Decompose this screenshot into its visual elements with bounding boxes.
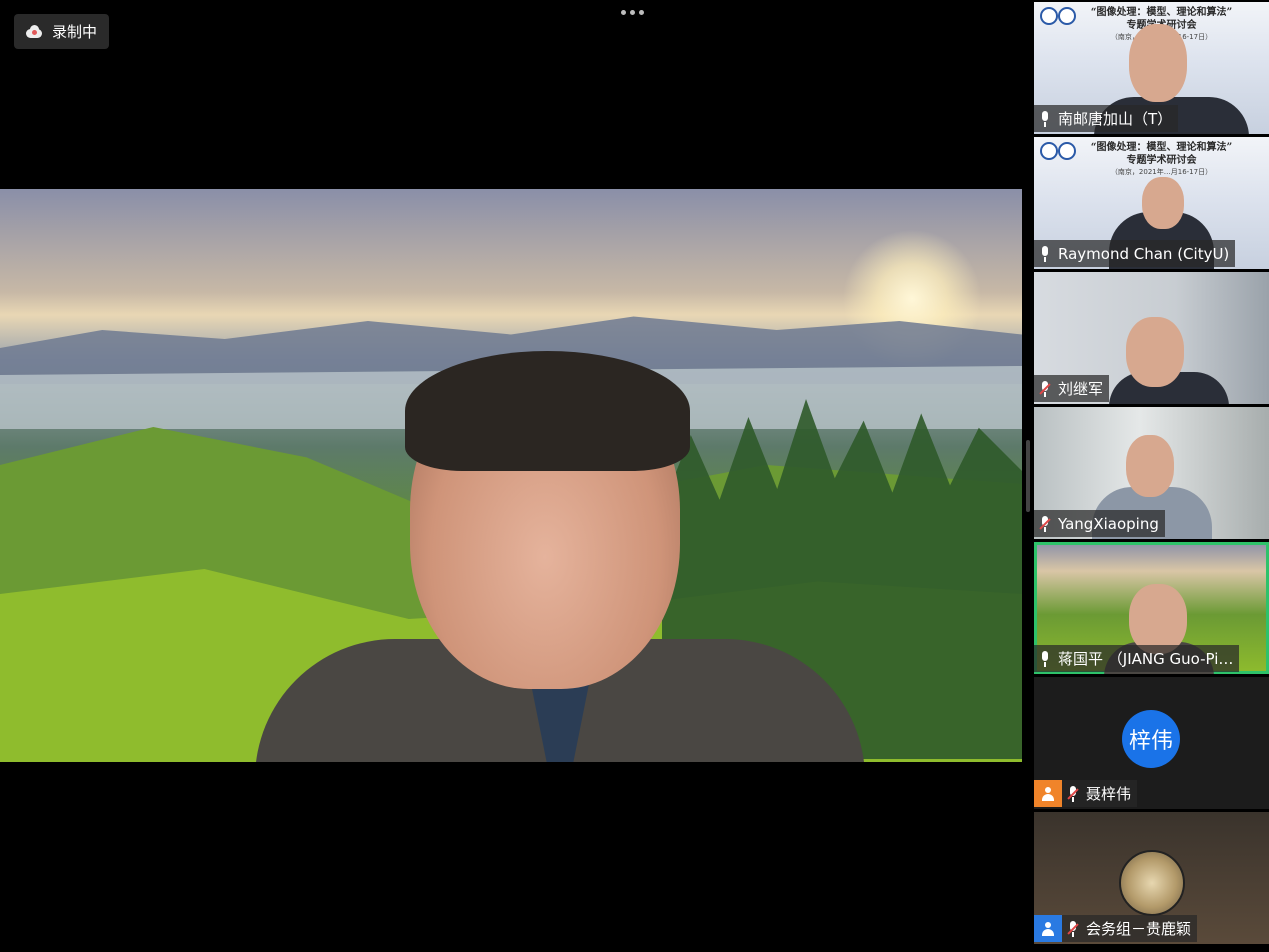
participant-tile[interactable]: 会务组－贵鹿颖 xyxy=(1034,812,1269,944)
participant-label: 刘继军 xyxy=(1034,375,1110,402)
participant-label: YangXiaoping xyxy=(1034,510,1165,537)
participant-tile[interactable]: YangXiaoping xyxy=(1034,407,1269,539)
participant-label: 会务组－贵鹿颖 xyxy=(1034,915,1198,942)
participant-tile-active[interactable]: 蒋国平 （JIANG Guo-Pi… xyxy=(1034,542,1269,674)
user-icon xyxy=(1034,915,1062,942)
participant-label: 聂梓伟 xyxy=(1034,780,1138,807)
avatar xyxy=(1119,850,1185,916)
participant-tile[interactable]: “图像处理：模型、理论和算法”专题学术研讨会 （南京，2021年…月16-17日… xyxy=(1034,2,1269,134)
participant-name: 刘继军 xyxy=(1058,380,1104,398)
scrollbar[interactable] xyxy=(1026,440,1030,512)
microphone-muted-icon[interactable] xyxy=(1039,380,1051,397)
user-icon xyxy=(1034,780,1062,807)
participant-list: “图像处理：模型、理论和算法” 专题学术研讨会 （南京，2021年…月16-17日… xyxy=(1034,0,1269,952)
main-speaker-video[interactable] xyxy=(0,189,1022,762)
participant-name: Raymond Chan (CityU) xyxy=(1058,244,1230,263)
more-options-icon[interactable] xyxy=(621,10,644,15)
microphone-icon[interactable] xyxy=(1040,245,1050,262)
microphone-muted-icon[interactable] xyxy=(1067,920,1079,937)
participant-tile[interactable]: 刘继军 xyxy=(1034,272,1269,404)
participant-tile[interactable]: “图像处理：模型、理论和算法” 专题学术研讨会 （南京，2021年…月16-17日… xyxy=(1034,137,1269,269)
slide-title-line1: “图像处理：模型、理论和算法” xyxy=(1090,142,1233,153)
participant-name: 蒋国平 （JIANG Guo-Pi… xyxy=(1058,650,1234,668)
participant-label: Raymond Chan (CityU) xyxy=(1034,240,1236,267)
participant-name: 聂梓伟 xyxy=(1086,785,1132,803)
participant-tile[interactable]: 梓伟 聂梓伟 xyxy=(1034,677,1269,809)
participant-name: YangXiaoping xyxy=(1058,514,1159,533)
microphone-muted-icon[interactable] xyxy=(1039,515,1051,532)
microphone-icon[interactable] xyxy=(1040,650,1050,667)
participant-label: 蒋国平 （JIANG Guo-Pi… xyxy=(1034,645,1240,672)
participant-label: 南邮唐加山（T） xyxy=(1034,105,1179,132)
recording-label: 录制中 xyxy=(52,23,98,41)
participant-name: 南邮唐加山（T） xyxy=(1058,110,1173,128)
recording-badge[interactable]: 录制中 xyxy=(14,14,110,49)
avatar: 梓伟 xyxy=(1122,710,1180,768)
participant-name: 会务组－贵鹿颖 xyxy=(1086,920,1192,938)
microphone-muted-icon[interactable] xyxy=(1067,785,1079,802)
cloud-recording-icon xyxy=(24,24,44,39)
microphone-icon[interactable] xyxy=(1040,110,1050,127)
speaker-figure xyxy=(255,351,865,762)
slide-title-line2: 专题学术研讨会 xyxy=(1126,155,1197,166)
slide-subtitle: （南京，2021年…月16-17日） xyxy=(1110,168,1213,176)
slide-title-line1: “图像处理：模型、理论和算法” xyxy=(1090,7,1233,18)
